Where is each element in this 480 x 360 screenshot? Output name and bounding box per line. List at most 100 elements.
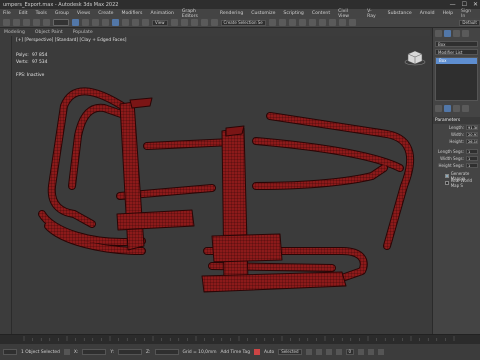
- reference-coord-dropdown[interactable]: View: [152, 19, 168, 26]
- remove-modifier-icon[interactable]: [462, 105, 469, 112]
- y-field[interactable]: [118, 349, 142, 355]
- current-frame-field[interactable]: 0: [345, 349, 355, 355]
- menu-file[interactable]: File: [3, 11, 11, 16]
- menu-rendering[interactable]: Rendering: [220, 11, 243, 16]
- menu-scripting[interactable]: Scripting: [283, 11, 303, 16]
- material-editor-icon[interactable]: [318, 19, 326, 26]
- tab-object-paint[interactable]: Object Paint: [35, 30, 63, 35]
- real-world-map-checkbox[interactable]: Real-World Map S: [433, 178, 480, 188]
- go-to-start-icon[interactable]: [305, 349, 312, 355]
- menu-group[interactable]: Group: [55, 11, 69, 16]
- bumper-model[interactable]: [12, 36, 432, 334]
- checkbox-unchecked-icon[interactable]: [445, 180, 449, 185]
- menu-graph-editors[interactable]: Graph Editors: [182, 9, 212, 19]
- menu-vray[interactable]: V-Ray: [367, 9, 380, 19]
- menu-tools[interactable]: Tools: [36, 11, 47, 16]
- height-segs-spinner[interactable]: 1: [466, 163, 478, 168]
- unlink-icon[interactable]: [33, 19, 40, 26]
- undo-icon[interactable]: [3, 19, 10, 26]
- rectangular-selection-icon[interactable]: [92, 19, 99, 26]
- key-mode-dropdown[interactable]: Selected: [278, 349, 302, 355]
- object-name-field[interactable]: Box: [435, 41, 478, 47]
- length-spinner[interactable]: 91.301: [466, 125, 478, 130]
- menu-customize[interactable]: Customize: [251, 11, 275, 16]
- width-segs-spinner[interactable]: 1: [466, 156, 478, 161]
- parameters-rollout[interactable]: Parameters: [433, 117, 480, 124]
- motion-tab-icon[interactable]: [462, 30, 469, 37]
- percent-snap-icon[interactable]: [200, 19, 208, 26]
- move-icon[interactable]: [112, 19, 119, 26]
- selection-filter-dropdown[interactable]: [53, 19, 69, 26]
- link-icon[interactable]: [23, 19, 30, 26]
- rotate-icon[interactable]: [122, 19, 129, 26]
- maximize-button[interactable]: ☐: [462, 1, 467, 8]
- window-crossing-icon[interactable]: [102, 19, 109, 26]
- rendered-frame-icon[interactable]: [338, 19, 346, 26]
- placement-icon[interactable]: [142, 19, 149, 26]
- hierarchy-tab-icon[interactable]: [453, 30, 460, 37]
- show-end-result-icon[interactable]: [444, 105, 451, 112]
- minimize-button[interactable]: —: [450, 1, 456, 8]
- scale-icon[interactable]: [132, 19, 139, 26]
- curve-editor-icon[interactable]: [298, 19, 306, 26]
- redo-icon[interactable]: [13, 19, 20, 26]
- perspective-viewport[interactable]: [+] [Perspective] [Standard] [Clay + Edg…: [12, 36, 432, 334]
- pan-icon[interactable]: [378, 349, 385, 355]
- next-frame-icon[interactable]: [335, 349, 342, 355]
- command-panel: Box Modifier List Box Parameters Length:…: [432, 28, 480, 334]
- named-selection-set-dropdown[interactable]: Create Selection Se: [220, 19, 266, 26]
- angle-snap-icon[interactable]: [190, 19, 198, 26]
- signin-button[interactable]: Sign In: [461, 9, 476, 19]
- select-by-name-icon[interactable]: [82, 19, 89, 26]
- tab-populate[interactable]: Populate: [73, 30, 93, 35]
- schematic-view-icon[interactable]: [308, 19, 316, 26]
- align-icon[interactable]: [278, 19, 286, 26]
- auto-key-button[interactable]: [253, 349, 260, 355]
- make-unique-icon[interactable]: [453, 105, 460, 112]
- mirror-icon[interactable]: [268, 19, 276, 26]
- length-segs-spinner[interactable]: 1: [466, 149, 478, 154]
- add-time-tag[interactable]: Add Time Tag: [221, 350, 250, 355]
- menu-animation[interactable]: Animation: [150, 11, 173, 16]
- snaps-toggle-icon[interactable]: [180, 19, 188, 26]
- play-icon[interactable]: [325, 349, 332, 355]
- bind-spacewarp-icon[interactable]: [43, 19, 50, 26]
- create-tab-icon[interactable]: [435, 30, 442, 37]
- modify-tab-icon[interactable]: [444, 30, 451, 37]
- zoom-icon[interactable]: [358, 349, 365, 355]
- menu-create[interactable]: Create: [98, 11, 113, 16]
- maxscript-listener-field[interactable]: [3, 349, 17, 355]
- menu-help[interactable]: Help: [443, 11, 453, 16]
- modifier-list-dropdown[interactable]: Modifier List: [435, 49, 478, 55]
- menu-substance[interactable]: Substance: [388, 11, 412, 16]
- pivot-center-icon[interactable]: [170, 19, 178, 26]
- modifier-stack: Box: [435, 57, 478, 101]
- viewcube-icon[interactable]: [404, 46, 426, 68]
- menu-modifiers[interactable]: Modifiers: [121, 11, 142, 16]
- command-panel-tabs: [433, 28, 480, 39]
- layer-explorer-icon[interactable]: [288, 19, 296, 26]
- select-object-icon[interactable]: [72, 19, 79, 26]
- menu-content[interactable]: Content: [312, 11, 330, 16]
- menu-arnold[interactable]: Arnold: [420, 11, 435, 16]
- close-button[interactable]: ✕: [473, 1, 478, 8]
- height-spinner[interactable]: 26.109: [466, 139, 478, 144]
- render-icon[interactable]: [348, 19, 356, 26]
- previous-frame-icon[interactable]: [315, 349, 322, 355]
- modifier-stack-item[interactable]: Box: [436, 58, 477, 64]
- tab-modeling[interactable]: Modeling: [4, 30, 25, 35]
- auto-label[interactable]: Auto: [264, 350, 274, 355]
- checkbox-checked-icon[interactable]: [445, 173, 449, 178]
- menu-civil-view[interactable]: Civil View: [338, 9, 359, 19]
- width-spinner[interactable]: 20.931: [466, 132, 478, 137]
- lock-selection-icon[interactable]: [63, 349, 70, 355]
- menu-edit[interactable]: Edit: [19, 11, 28, 16]
- spinner-snap-icon[interactable]: [210, 19, 218, 26]
- pin-stack-icon[interactable]: [435, 105, 442, 112]
- orbit-icon[interactable]: [368, 349, 375, 355]
- workspace-dropdown[interactable]: Default: [459, 19, 480, 26]
- z-field[interactable]: [154, 349, 179, 355]
- menu-views[interactable]: Views: [77, 11, 90, 16]
- x-field[interactable]: [82, 349, 107, 355]
- render-setup-icon[interactable]: [328, 19, 336, 26]
